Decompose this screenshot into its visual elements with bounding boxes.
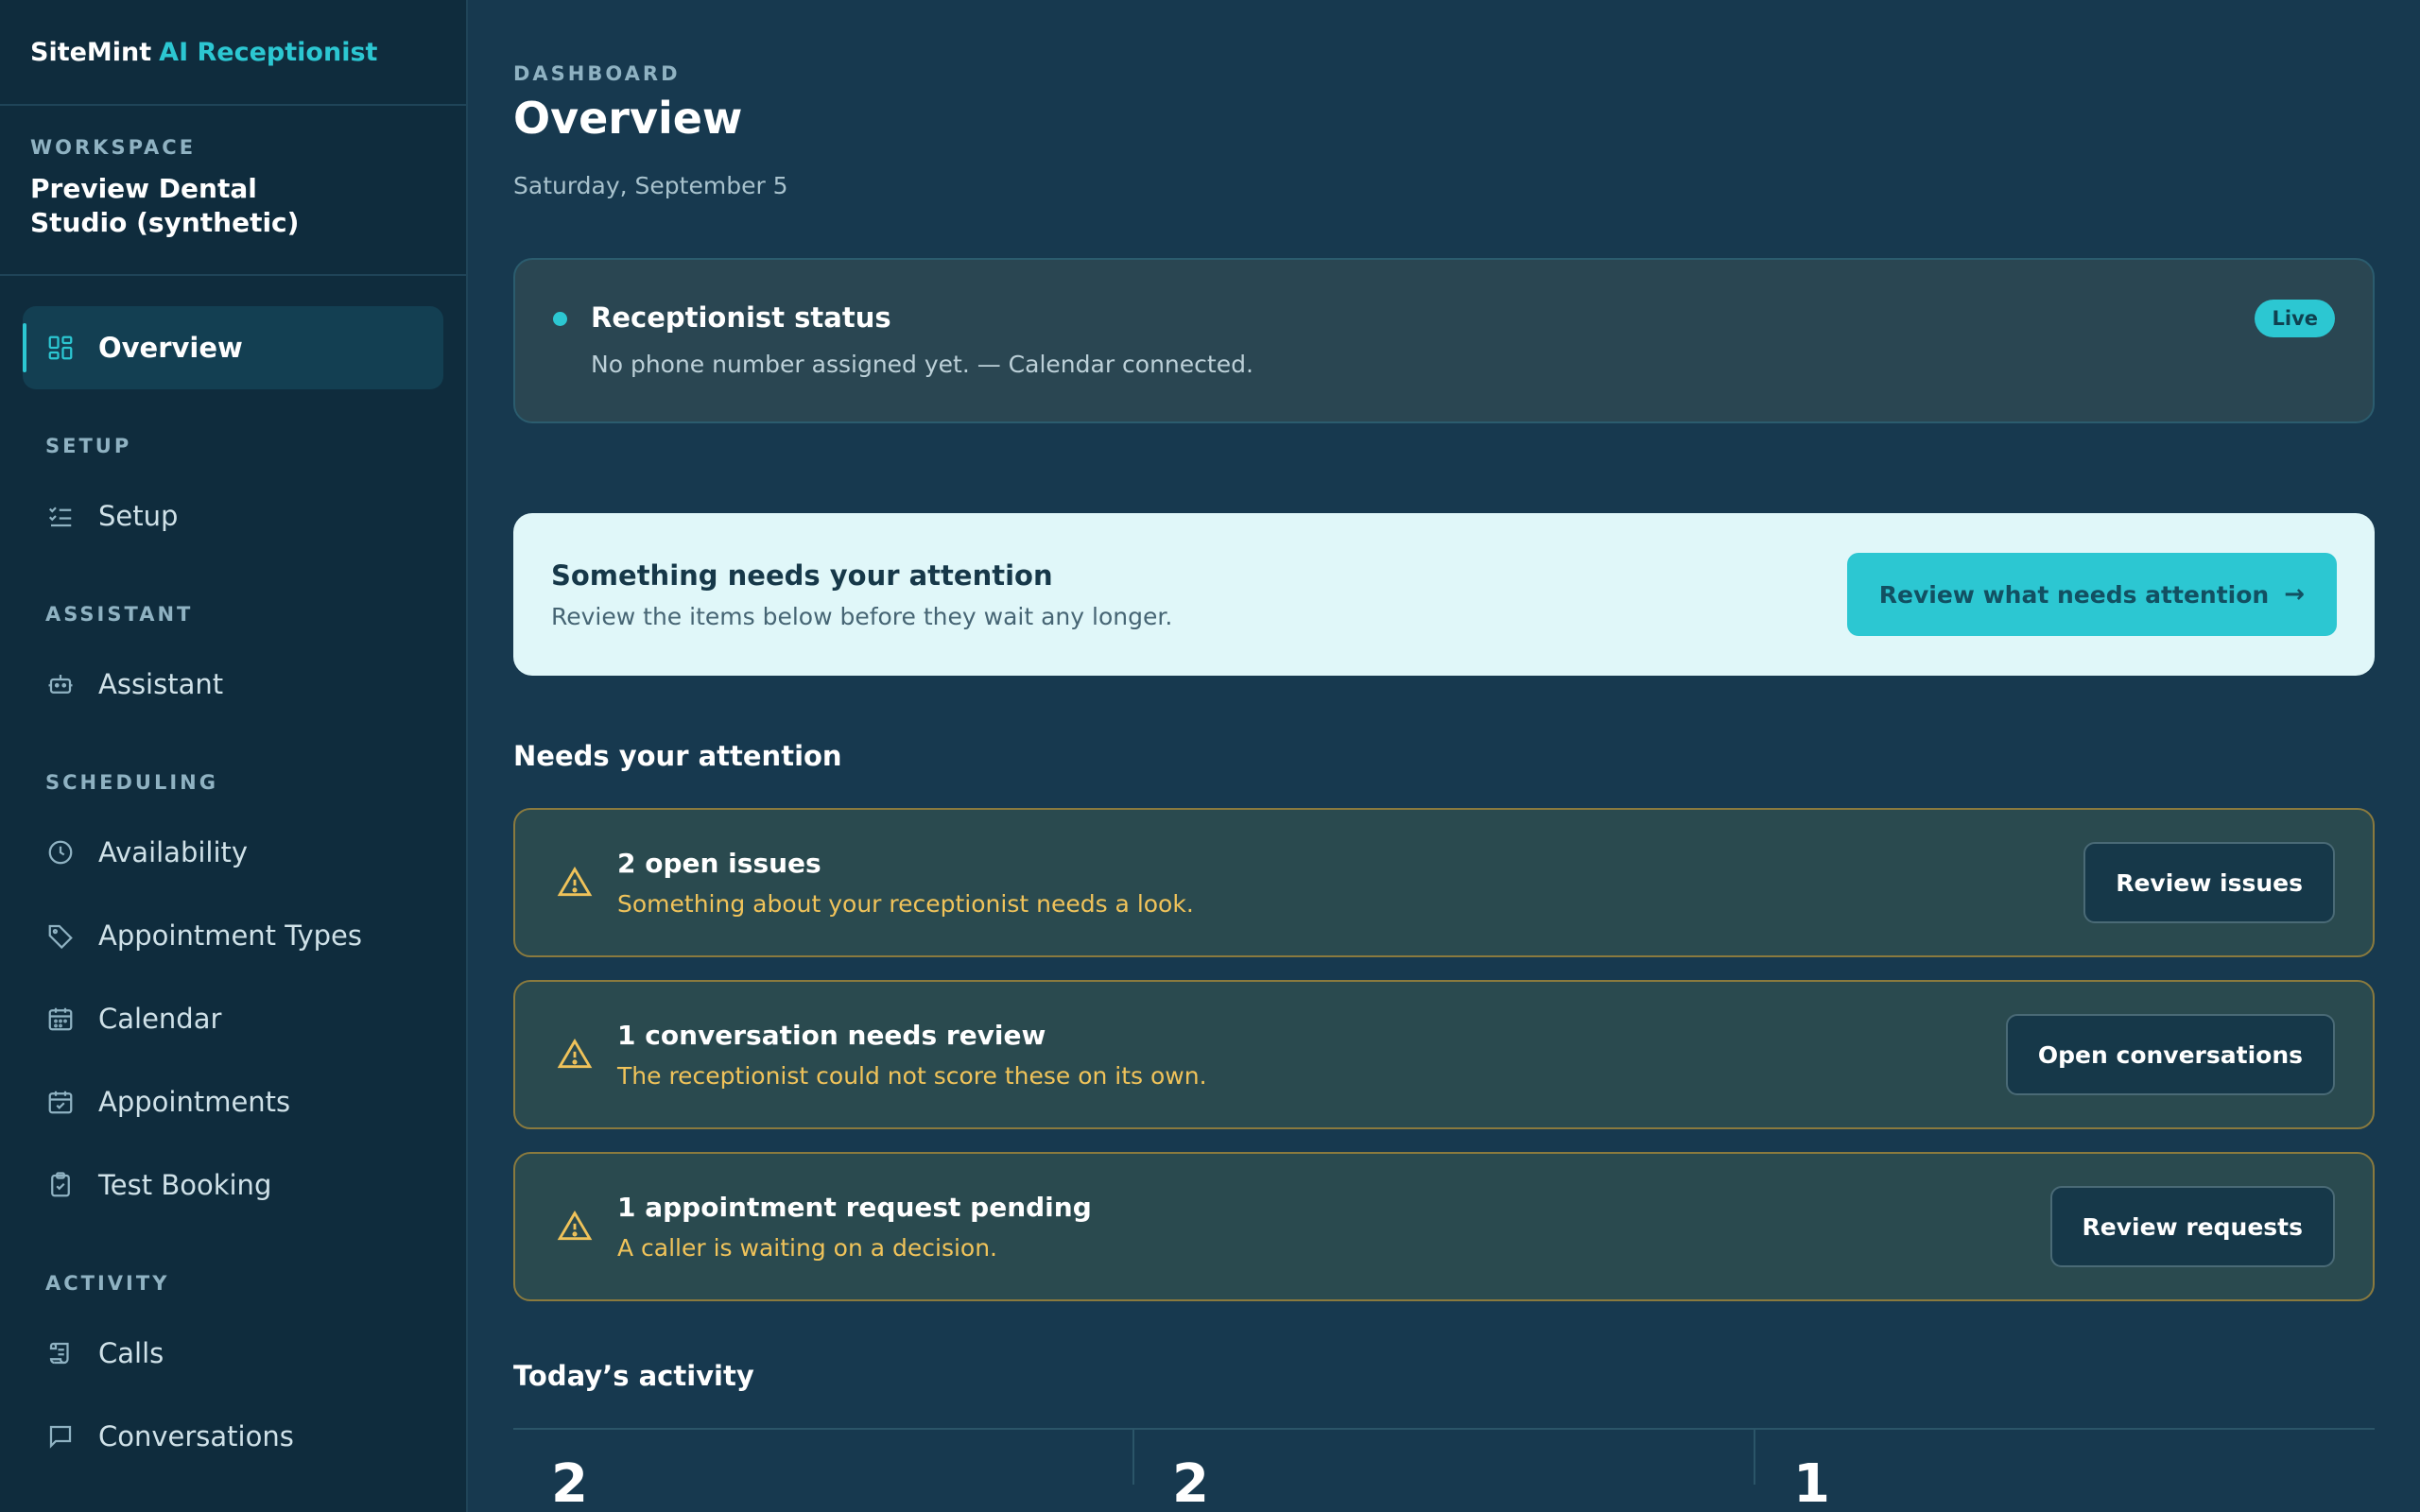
sidebar-item-label: Availability bbox=[98, 836, 249, 868]
sidebar-item-label: Calendar bbox=[98, 1003, 222, 1035]
scroll-icon bbox=[45, 1338, 76, 1368]
page-title: Overview bbox=[513, 93, 743, 144]
activity-stat: 2 bbox=[1134, 1430, 1755, 1511]
sidebar-item-appointment-types[interactable]: Appointment Types bbox=[23, 894, 443, 977]
nav-section-scheduling: SCHEDULING bbox=[45, 771, 218, 794]
attention-item-text: Something about your receptionist needs … bbox=[617, 890, 1194, 918]
attention-item-body: 2 open issues Something about your recep… bbox=[557, 848, 1194, 918]
sidebar-item-label: Conversations bbox=[98, 1420, 294, 1452]
sidebar-item-label: Calls bbox=[98, 1337, 164, 1369]
review-attention-label: Review what needs attention bbox=[1878, 580, 2270, 609]
activity-stat: 1 bbox=[1755, 1430, 2375, 1511]
workspace-name: Preview Dental Studio (synthetic) bbox=[30, 173, 300, 238]
sidebar-item-assistant[interactable]: Assistant bbox=[23, 643, 443, 726]
workspace-switcher: WORKSPACE Preview Dental Studio (synthet… bbox=[0, 106, 466, 276]
nav-section-setup: SETUP bbox=[45, 435, 132, 457]
message-square-icon bbox=[45, 1421, 76, 1452]
attention-item-copy: 1 appointment request pending A caller i… bbox=[617, 1192, 1092, 1262]
workspace-label: WORKSPACE bbox=[30, 136, 197, 159]
brand-product: AI Receptionist bbox=[159, 37, 378, 67]
attention-item-title: 2 open issues bbox=[617, 848, 821, 879]
open-conversations-button[interactable]: Open conversations bbox=[2005, 1014, 2335, 1095]
sidebar-nav: Overview SETUP Setup ASSISTANT Assistant… bbox=[0, 276, 466, 1508]
brand-name: SiteMint bbox=[30, 37, 152, 67]
sidebar-item-label: Overview bbox=[98, 332, 243, 364]
receptionist-status-card: Receptionist status No phone number assi… bbox=[513, 258, 2375, 423]
attention-item-title: 1 appointment request pending bbox=[617, 1192, 1092, 1223]
attention-item-open-issues: 2 open issues Something about your recep… bbox=[513, 808, 2375, 957]
attention-item-body: 1 conversation needs review The receptio… bbox=[557, 1020, 1207, 1090]
todays-activity-heading: Today’s activity bbox=[513, 1360, 754, 1392]
calendar-icon bbox=[45, 1004, 76, 1034]
attention-text: Review the items below before they wait … bbox=[551, 602, 1173, 630]
sidebar-item-label: Test Booking bbox=[98, 1169, 272, 1201]
sidebar-item-calls[interactable]: Calls bbox=[23, 1312, 443, 1395]
clock-icon bbox=[45, 837, 76, 868]
attention-item-appointment-request: 1 appointment request pending A caller i… bbox=[513, 1152, 2375, 1301]
sidebar-item-label: Appointment Types bbox=[98, 919, 362, 952]
tag-icon bbox=[45, 920, 76, 951]
main-content: DASHBOARD Overview Saturday, September 5… bbox=[468, 0, 2420, 1512]
status-dot-icon bbox=[553, 312, 567, 326]
activity-stat-value: 1 bbox=[1793, 1453, 1830, 1512]
status-text: No phone number assigned yet. — Calendar… bbox=[591, 351, 1253, 378]
attention-item-text: A caller is waiting on a decision. bbox=[617, 1234, 998, 1262]
needs-attention-heading: Needs your attention bbox=[513, 740, 842, 772]
attention-item-body: 1 appointment request pending A caller i… bbox=[557, 1192, 1092, 1262]
breadcrumb: DASHBOARD bbox=[513, 62, 681, 85]
attention-list: 2 open issues Something about your recep… bbox=[513, 808, 2375, 1301]
attention-item-copy: 1 conversation needs review The receptio… bbox=[617, 1020, 1207, 1090]
bot-icon bbox=[45, 669, 76, 699]
attention-item-copy: 2 open issues Something about your recep… bbox=[617, 848, 1194, 918]
review-requests-button[interactable]: Review requests bbox=[2049, 1186, 2335, 1267]
sidebar: SiteMint AI Receptionist WORKSPACE Previ… bbox=[0, 0, 468, 1512]
warning-icon bbox=[557, 865, 593, 901]
sidebar-item-test-booking[interactable]: Test Booking bbox=[23, 1143, 443, 1227]
warning-icon bbox=[557, 1209, 593, 1245]
sidebar-item-availability[interactable]: Availability bbox=[23, 811, 443, 894]
activity-stat: 2 bbox=[513, 1430, 1134, 1511]
attention-title: Something needs your attention bbox=[551, 558, 1053, 592]
nav-section-activity: ACTIVITY bbox=[45, 1272, 170, 1295]
sidebar-item-appointments[interactable]: Appointments bbox=[23, 1060, 443, 1143]
attention-item-conversation-review: 1 conversation needs review The receptio… bbox=[513, 980, 2375, 1129]
status-badge: Live bbox=[2255, 300, 2335, 337]
sidebar-item-label: Setup bbox=[98, 500, 179, 532]
dashboard-grid-icon bbox=[45, 333, 76, 363]
app: SiteMint AI Receptionist WORKSPACE Previ… bbox=[0, 0, 2420, 1512]
arrow-right-icon: → bbox=[2284, 580, 2305, 609]
sidebar-item-label: Assistant bbox=[98, 668, 224, 700]
attention-item-text: The receptionist could not score these o… bbox=[617, 1062, 1207, 1090]
attention-copy: Something needs your attention Review th… bbox=[551, 559, 1172, 630]
sidebar-item-overview[interactable]: Overview bbox=[23, 306, 443, 389]
sidebar-item-label: Appointments bbox=[98, 1086, 291, 1118]
activity-stat-value: 2 bbox=[1172, 1453, 1209, 1512]
review-issues-button[interactable]: Review issues bbox=[2083, 842, 2335, 923]
attention-banner: Something needs your attention Review th… bbox=[513, 513, 2375, 676]
brand-logo[interactable]: SiteMint AI Receptionist bbox=[0, 0, 466, 106]
status-title: Receptionist status bbox=[591, 301, 891, 334]
checklist-icon bbox=[45, 501, 76, 531]
current-date: Saturday, September 5 bbox=[513, 172, 788, 199]
calendar-check-icon bbox=[45, 1087, 76, 1117]
attention-item-title: 1 conversation needs review bbox=[617, 1020, 1046, 1051]
warning-icon bbox=[557, 1037, 593, 1073]
sidebar-item-setup[interactable]: Setup bbox=[23, 474, 443, 558]
activity-stat-value: 2 bbox=[551, 1453, 588, 1512]
clipboard-check-icon bbox=[45, 1170, 76, 1200]
sidebar-item-conversations[interactable]: Conversations bbox=[23, 1395, 443, 1478]
activity-stats: 2 2 1 bbox=[513, 1428, 2375, 1511]
nav-section-assistant: ASSISTANT bbox=[45, 603, 194, 626]
sidebar-item-calendar[interactable]: Calendar bbox=[23, 977, 443, 1060]
review-attention-button[interactable]: Review what needs attention → bbox=[1846, 553, 2337, 636]
